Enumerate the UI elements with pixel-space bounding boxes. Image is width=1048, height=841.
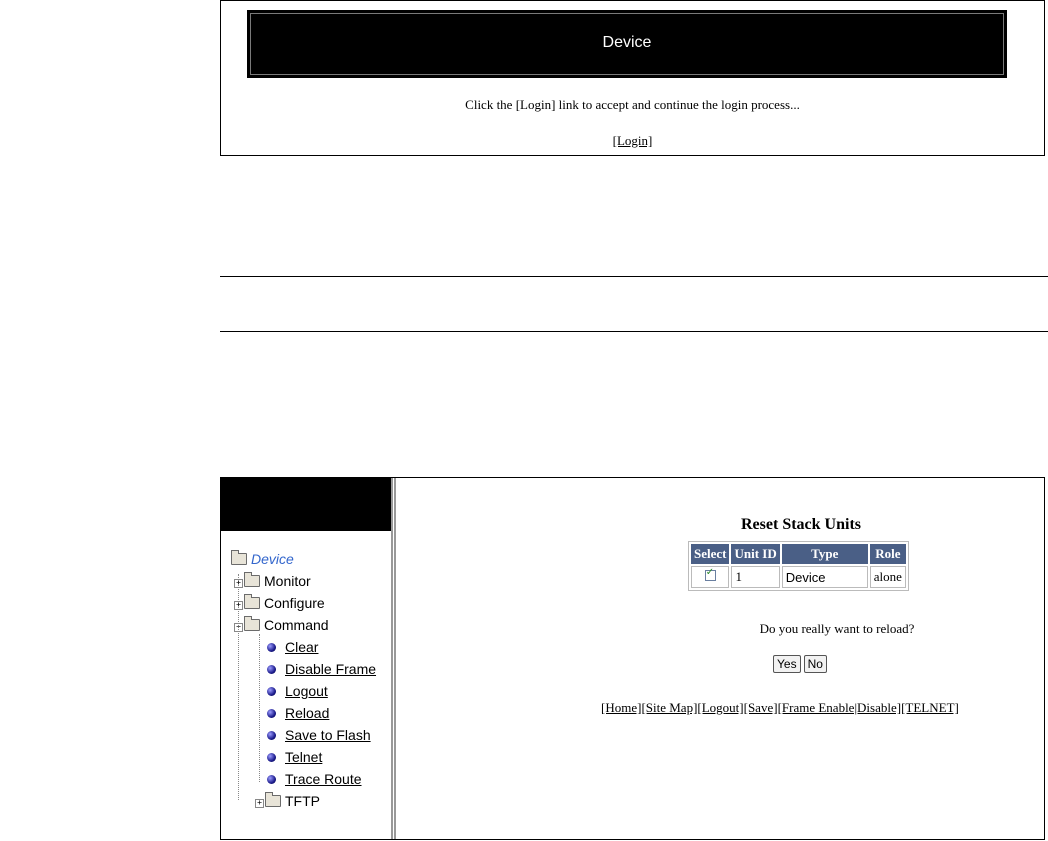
bullet-icon [267, 709, 276, 718]
tree-item-label: Monitor [264, 573, 311, 589]
tree-item-trace-route[interactable]: Trace Route [267, 770, 362, 788]
role-cell: alone [869, 566, 906, 588]
expand-icon[interactable]: + [234, 601, 243, 610]
separator-bottom [220, 331, 1048, 332]
tree-item-tftp[interactable]: + TFTP [255, 792, 320, 810]
tree-root-label: Device [251, 551, 294, 567]
expand-icon[interactable]: + [255, 799, 264, 808]
bullet-icon [267, 643, 276, 652]
navigation-sidebar: Device + Monitor + Configure − Command Clea… [221, 478, 396, 839]
nav-link-home[interactable]: [Home] [601, 700, 641, 715]
tree-item-monitor[interactable]: + Monitor [234, 572, 311, 590]
tree-item-configure[interactable]: + Configure [234, 594, 325, 612]
tree-item-label: Configure [264, 595, 325, 611]
column-header: Select [691, 544, 730, 564]
tree-link-disable-frame[interactable]: Disable Frame [285, 661, 376, 677]
select-checkbox[interactable] [704, 567, 716, 581]
login-message: Click the [Login] link to accept and con… [465, 97, 800, 112]
login-link[interactable]: [Login] [613, 133, 653, 148]
nav-link-save[interactable]: [Save] [744, 700, 778, 715]
unit-id-cell: 1 [731, 566, 780, 588]
no-button[interactable]: No [803, 655, 827, 673]
bullet-icon [267, 775, 276, 784]
reload-question: Do you really want to reload? [759, 621, 915, 636]
bullet-icon [267, 731, 276, 740]
column-header: Role [869, 544, 906, 564]
nav-link-site-map[interactable]: [Site Map] [641, 700, 697, 715]
tree-item-command[interactable]: − Command [234, 616, 329, 634]
tree-item-logout[interactable]: Logout [267, 682, 328, 700]
tree-item-label: TFTP [285, 793, 320, 809]
login-screenshot: Device Click the [Login] link to accept … [220, 0, 1045, 156]
bullet-icon [267, 665, 276, 674]
tree-item-label: Command [264, 617, 329, 633]
tree-link-reload[interactable]: Reload [285, 705, 329, 721]
stack-units-table: Select Unit ID Type Role 1 Device alone [688, 541, 909, 591]
page-title: Reset Stack Units [741, 516, 861, 533]
nav-link-logout[interactable]: [Logout] [697, 700, 743, 715]
tree-link-trace-route[interactable]: Trace Route [285, 771, 362, 787]
tree-item-reload[interactable]: Reload [267, 704, 329, 722]
bullet-icon [267, 687, 276, 696]
folder-open-icon [244, 616, 260, 631]
button-group: Yes No [773, 655, 830, 673]
main-content: Reset Stack Units Select Unit ID Type Ro… [398, 478, 1044, 839]
banner-title: Device [602, 34, 652, 51]
select-cell [691, 566, 730, 588]
tree-link-logout[interactable]: Logout [285, 683, 328, 699]
tree-connector [259, 634, 260, 782]
folder-icon [244, 594, 260, 609]
table-row: 1 Device alone [691, 566, 906, 588]
yes-button[interactable]: Yes [773, 655, 801, 673]
type-cell: Device [781, 566, 868, 588]
separator-top [220, 276, 1048, 277]
column-header: Type [781, 544, 868, 564]
tree-item-save-to-flash[interactable]: Save to Flash [267, 726, 371, 744]
collapse-icon[interactable]: − [234, 623, 243, 632]
device-banner: Device [247, 10, 1007, 78]
footer-nav-links: [Home][Site Map][Logout][Save][Frame Ena… [601, 700, 959, 716]
tree-item-disable-frame[interactable]: Disable Frame [267, 660, 376, 678]
sidebar-header [221, 478, 391, 531]
reload-screenshot: Device + Monitor + Configure − Command Clea… [220, 477, 1045, 840]
folder-icon [244, 572, 260, 587]
tree-item-clear[interactable]: Clear [267, 638, 318, 656]
tree-link-telnet[interactable]: Telnet [285, 749, 322, 765]
column-header: Unit ID [731, 544, 780, 564]
folder-open-icon [231, 550, 247, 565]
tree-item-telnet[interactable]: Telnet [267, 748, 322, 766]
tree-root-device[interactable]: Device [231, 550, 294, 568]
expand-icon[interactable]: + [234, 579, 243, 588]
nav-link-frame-enable-disable[interactable]: [Frame Enable|Disable] [778, 700, 902, 715]
bullet-icon [267, 753, 276, 762]
tree-link-save-to-flash[interactable]: Save to Flash [285, 727, 371, 743]
folder-icon [265, 792, 281, 807]
tree-link-clear[interactable]: Clear [285, 639, 318, 655]
nav-link-telnet[interactable]: [TELNET] [901, 700, 959, 715]
